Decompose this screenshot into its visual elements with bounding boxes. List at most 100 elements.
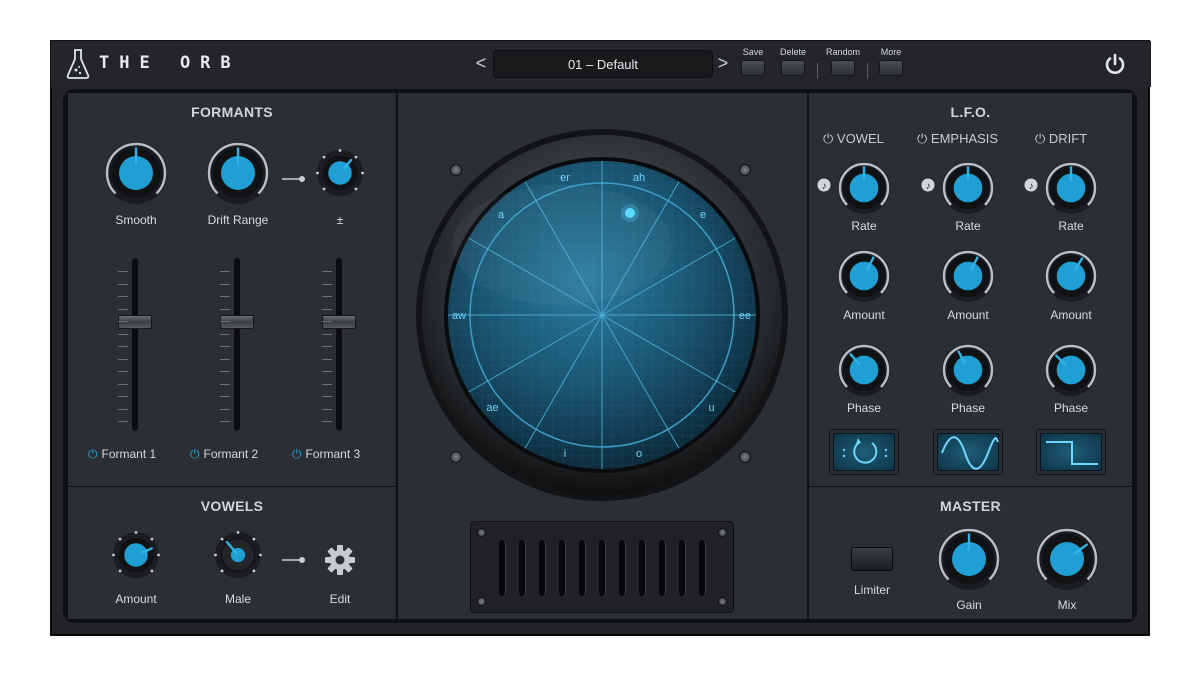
more-button[interactable]: More bbox=[876, 47, 906, 76]
lfo-drift-amount-knob[interactable] bbox=[1044, 249, 1098, 308]
fader-tick bbox=[118, 296, 128, 297]
fader-tick bbox=[220, 333, 230, 335]
limiter-label: Limiter bbox=[853, 583, 890, 597]
fader-handle[interactable] bbox=[220, 315, 254, 329]
fader-handle[interactable] bbox=[322, 315, 356, 329]
fader-tick bbox=[118, 346, 128, 347]
lfo-vowel-toggle[interactable]: ⏻ VOWEL bbox=[823, 131, 884, 147]
preset-selector[interactable]: 01 – Default bbox=[493, 50, 713, 78]
lfo-emphasis-rate-knob[interactable] bbox=[941, 161, 995, 220]
fader-track bbox=[234, 258, 240, 431]
screw-icon bbox=[477, 597, 486, 606]
grille-slot bbox=[559, 540, 565, 596]
lfo-vowel-phase-knob[interactable] bbox=[837, 343, 891, 402]
orb-display[interactable]: er aheeeuoiaeawa bbox=[412, 125, 792, 505]
screw-icon bbox=[450, 451, 462, 463]
fader-handle[interactable] bbox=[118, 315, 152, 329]
header-divider bbox=[817, 63, 818, 79]
fader-tick bbox=[220, 358, 230, 360]
power-toggle-icon: ⏻ bbox=[190, 447, 200, 461]
fader-tick bbox=[118, 333, 128, 335]
fader-tick bbox=[322, 358, 332, 360]
orb-vowel-label: ee bbox=[739, 310, 751, 322]
voice-knob[interactable] bbox=[214, 531, 262, 584]
lfo-panel: L.F.O. ⏻ VOWEL ⏻ EMPHASIS ⏻ DRIFT ♪ Rate… bbox=[809, 93, 1132, 486]
lfo-drift-rate-knob[interactable] bbox=[1044, 161, 1098, 220]
screw-icon bbox=[477, 528, 486, 537]
lfo-drift-wave-button[interactable] bbox=[1036, 429, 1106, 475]
sync-note-icon[interactable]: ♪ bbox=[1024, 178, 1038, 197]
limiter-button[interactable] bbox=[851, 547, 893, 571]
grille-slot bbox=[579, 540, 585, 596]
formants-title: FORMANTS bbox=[191, 104, 273, 120]
knob-graphic bbox=[105, 142, 167, 204]
master-title: MASTER bbox=[940, 498, 1001, 514]
orb-vowel-label: ah bbox=[633, 172, 645, 184]
lfo-drift-toggle[interactable]: ⏻ DRIFT bbox=[1035, 131, 1087, 147]
orb-vowel-label: u bbox=[708, 402, 714, 414]
fader-tick bbox=[322, 383, 332, 385]
knob-graphic bbox=[838, 344, 890, 396]
delete-label: Delete bbox=[779, 47, 806, 57]
power-toggle-icon: ⏻ bbox=[88, 447, 98, 461]
gain-label: Gain bbox=[956, 598, 982, 612]
smooth-knob[interactable] bbox=[104, 141, 168, 210]
formants-panel: FORMANTS Smooth Drift Range ± ⏻ Formant … bbox=[68, 93, 396, 486]
lfo-emphasis-phase-knob[interactable] bbox=[941, 343, 995, 402]
sync-note-icon[interactable]: ♪ bbox=[817, 178, 831, 197]
lfo-drift-amount-label: Amount bbox=[1050, 308, 1092, 322]
formant-3-toggle[interactable]: ⏻ Formant 3 bbox=[292, 447, 360, 462]
lfo-emphasis-amount-label: Amount bbox=[947, 308, 989, 322]
lfo-emphasis-amount-knob[interactable] bbox=[941, 249, 995, 308]
lfo-emphasis-label: EMPHASIS bbox=[930, 131, 999, 146]
lfo-vowel-rate-knob[interactable] bbox=[837, 161, 891, 220]
knob-graphic bbox=[207, 142, 269, 204]
delete-button[interactable]: Delete bbox=[778, 47, 808, 76]
fader-tick bbox=[118, 308, 128, 310]
voice-label: Male bbox=[224, 592, 251, 606]
lfo-vowel-amount-knob[interactable] bbox=[837, 249, 891, 308]
lfo-title: L.F.O. bbox=[950, 104, 991, 120]
preset-prev-button[interactable]: < bbox=[473, 53, 489, 74]
power-icon[interactable] bbox=[1103, 53, 1127, 77]
orb-vowel-label: e bbox=[700, 209, 706, 221]
sync-note-icon[interactable]: ♪ bbox=[921, 178, 935, 197]
grille-slot bbox=[619, 540, 625, 596]
knob-graphic bbox=[1045, 344, 1097, 396]
lfo-vowel-wave-button[interactable] bbox=[829, 429, 899, 475]
edit-label: Edit bbox=[329, 592, 351, 606]
flask-icon bbox=[66, 49, 90, 79]
drift-offset-label: ± bbox=[336, 213, 344, 227]
power-toggle-icon: ⏻ bbox=[292, 447, 302, 461]
power-toggle-icon: ⏻ bbox=[823, 131, 837, 146]
orb-vowel-label: i bbox=[564, 448, 566, 460]
lfo-drift-phase-knob[interactable] bbox=[1044, 343, 1098, 402]
fader-tick bbox=[220, 296, 230, 297]
lfo-drift-phase-label: Phase bbox=[1053, 401, 1089, 415]
preset-next-button[interactable]: > bbox=[715, 53, 731, 74]
save-button[interactable]: Save bbox=[738, 47, 768, 76]
random-button[interactable]: Random bbox=[821, 47, 865, 76]
formant-2-toggle[interactable]: ⏻ Formant 2 bbox=[190, 447, 258, 462]
screw-icon bbox=[718, 597, 727, 606]
gear-icon[interactable] bbox=[324, 544, 356, 576]
master-panel: MASTER Limiter Gain Mix bbox=[809, 487, 1132, 619]
mix-label: Mix bbox=[1057, 598, 1077, 612]
gain-knob[interactable] bbox=[937, 527, 1001, 596]
lfo-emphasis-toggle[interactable]: ⏻ EMPHASIS bbox=[917, 131, 998, 147]
vowel-amount-knob[interactable] bbox=[112, 531, 160, 584]
formant-3-label: Formant 3 bbox=[305, 447, 361, 461]
link-connector bbox=[282, 176, 305, 182]
formant-1-toggle[interactable]: ⏻ Formant 1 bbox=[88, 447, 156, 462]
fader-tick bbox=[322, 346, 332, 347]
formant-2-label: Formant 2 bbox=[203, 447, 259, 461]
square-wave-icon bbox=[1046, 441, 1098, 465]
drift-range-knob[interactable] bbox=[206, 141, 270, 210]
drift-offset-knob[interactable] bbox=[316, 149, 364, 202]
drift-range-label: Drift Range bbox=[207, 213, 269, 227]
power-toggle-icon: ⏻ bbox=[917, 131, 931, 146]
fader-tick bbox=[322, 371, 332, 372]
knob-graphic bbox=[838, 162, 890, 214]
lfo-emphasis-wave-button[interactable] bbox=[933, 429, 1003, 475]
mix-knob[interactable] bbox=[1035, 527, 1099, 596]
